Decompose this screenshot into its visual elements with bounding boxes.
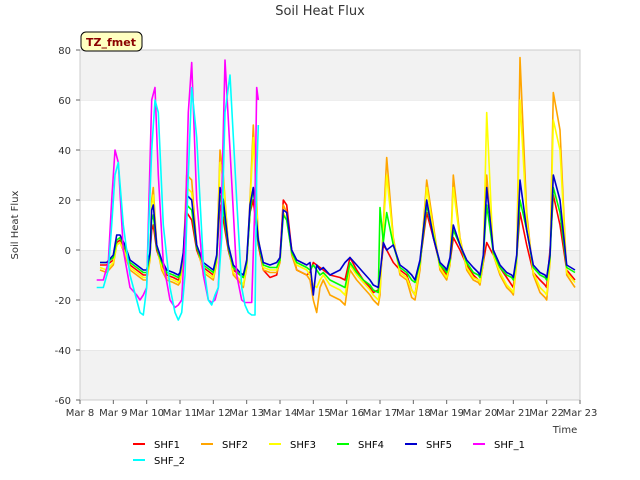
badge-label: TZ_fmet bbox=[86, 36, 136, 49]
x-tick-label: Mar 8 bbox=[66, 408, 94, 419]
x-tick-label: Mar 14 bbox=[263, 408, 298, 419]
legend-label: SHF2 bbox=[222, 440, 248, 451]
y-tick-label: -60 bbox=[55, 396, 71, 407]
x-tick-label: Mar 23 bbox=[563, 408, 598, 419]
legend-label: SHF3 bbox=[290, 440, 316, 451]
legend-item: SHF1 bbox=[133, 440, 180, 451]
grid-band bbox=[80, 300, 580, 350]
grid-band bbox=[80, 150, 580, 200]
legend-label: SHF4 bbox=[358, 440, 384, 451]
y-axis-title: Soil Heat Flux bbox=[10, 190, 21, 259]
y-tick-label: -20 bbox=[55, 296, 71, 307]
y-tick-label: 80 bbox=[58, 46, 71, 57]
tz-fmet-badge: TZ_fmet bbox=[80, 31, 143, 52]
legend-label: SHF1 bbox=[154, 440, 180, 451]
x-tick-label: Mar 22 bbox=[529, 408, 564, 419]
y-tick-label: 0 bbox=[65, 246, 71, 257]
y-axis-ticks: -60 -40 -20 0 20 40 60 80 bbox=[55, 46, 80, 407]
x-tick-label: Mar 17 bbox=[363, 408, 398, 419]
y-tick-label: -40 bbox=[55, 346, 71, 357]
x-tick-label: Mar 20 bbox=[463, 408, 498, 419]
y-tick-label: 60 bbox=[58, 96, 71, 107]
y-tick-label: 20 bbox=[58, 196, 71, 207]
legend-item: SHF5 bbox=[405, 440, 452, 451]
y-tick-label: 40 bbox=[58, 146, 71, 157]
legend-item: SHF3 bbox=[269, 440, 316, 451]
legend-item: SHF_1 bbox=[473, 440, 525, 451]
x-tick-label: Mar 16 bbox=[329, 408, 364, 419]
legend-item: SHF4 bbox=[337, 440, 384, 451]
x-tick-label: Mar 12 bbox=[196, 408, 231, 419]
x-axis-title: Time bbox=[552, 425, 577, 436]
legend-item: SHF_2 bbox=[133, 456, 185, 467]
x-tick-label: Mar 15 bbox=[296, 408, 331, 419]
grid-band bbox=[80, 350, 580, 400]
x-tick-label: Mar 9 bbox=[99, 408, 127, 419]
x-tick-label: Mar 10 bbox=[129, 408, 164, 419]
chart-title: Soil Heat Flux bbox=[275, 4, 365, 19]
legend: SHF1 SHF2 SHF3 SHF4 SHF5 SHF_1 SHF_2 bbox=[133, 440, 525, 467]
x-tick-label: Mar 21 bbox=[496, 408, 531, 419]
soil-heat-flux-chart: Soil Heat Flux -60-40-20020406080 Mar 8M… bbox=[10, 4, 598, 467]
x-tick-label: Mar 13 bbox=[229, 408, 264, 419]
x-tick-label: Mar 11 bbox=[163, 408, 198, 419]
x-tick-label: Mar 18 bbox=[396, 408, 431, 419]
legend-item: SHF2 bbox=[201, 440, 248, 451]
x-tick-label: Mar 19 bbox=[429, 408, 464, 419]
x-axis-ticks: Mar 8 Mar 9 Mar 10Mar 11Mar 12Mar 13Mar 14… bbox=[66, 400, 598, 419]
legend-label: SHF_1 bbox=[494, 440, 525, 451]
legend-label: SHF_2 bbox=[154, 456, 185, 467]
legend-label: SHF5 bbox=[426, 440, 452, 451]
